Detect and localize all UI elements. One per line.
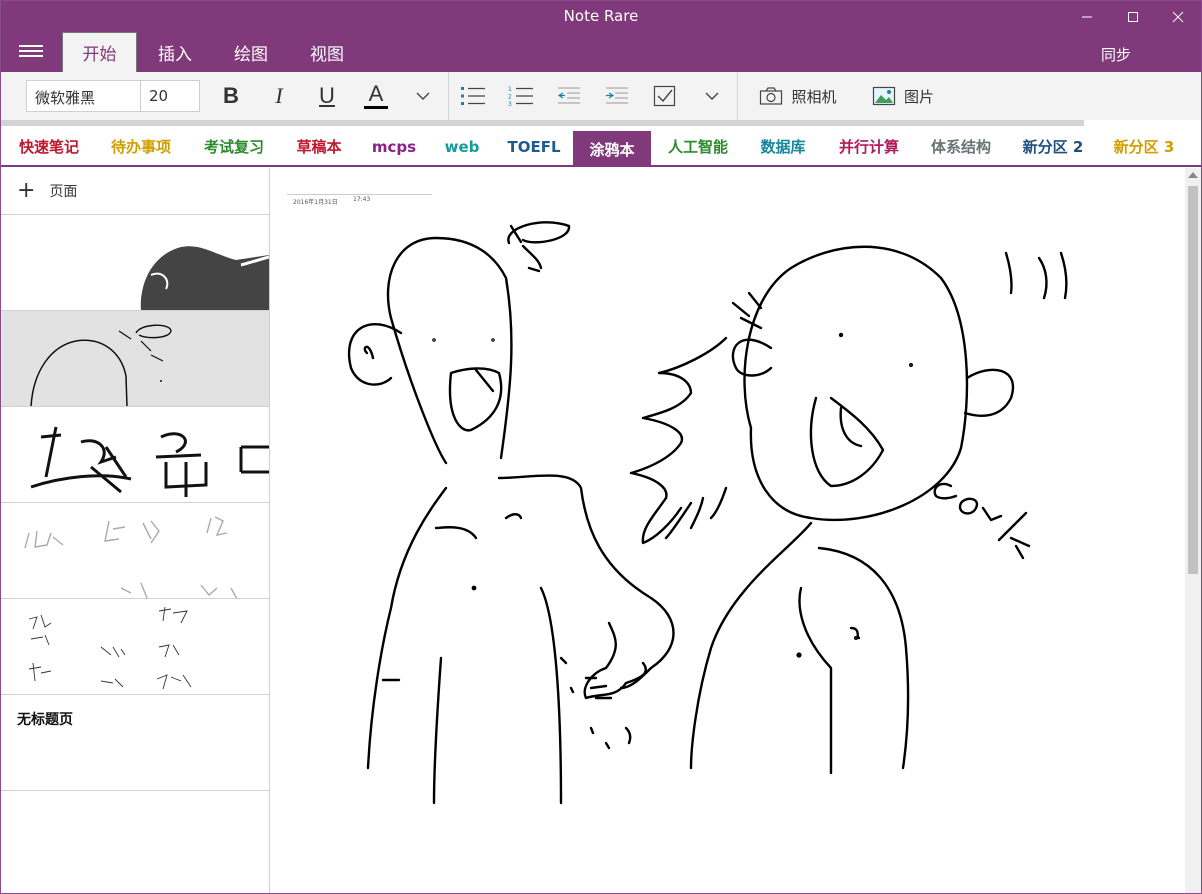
- minimize-button[interactable]: [1064, 1, 1110, 32]
- chevron-down-icon: [705, 92, 719, 100]
- font-color-button[interactable]: A: [360, 80, 392, 112]
- section-tab[interactable]: 考试复习: [192, 128, 276, 165]
- font-name-field[interactable]: 微软雅黑: [26, 80, 141, 112]
- section-tab[interactable]: 待办事项: [99, 128, 183, 165]
- svg-text:2: 2: [508, 94, 512, 101]
- minimize-icon: [1082, 16, 1092, 17]
- toolbar-divider: [737, 72, 738, 120]
- section-tab[interactable]: 体系结构: [919, 128, 1003, 165]
- toolbar-scrollbar[interactable]: [1, 120, 1084, 126]
- numbered-list-button[interactable]: 1 2 3: [505, 80, 537, 112]
- section-tab[interactable]: TOEFL: [499, 128, 569, 165]
- more-text-options-button[interactable]: [409, 80, 437, 112]
- page-date: 2016年1月31日: [293, 199, 338, 206]
- add-page-button[interactable]: + 页面: [1, 168, 269, 215]
- increase-indent-button[interactable]: [601, 80, 633, 112]
- section-tab[interactable]: 新分区 3: [1103, 128, 1185, 165]
- sketch-thumbnail: [140, 246, 269, 310]
- todo-tag-button[interactable]: [649, 80, 681, 112]
- sync-button[interactable]: 同步: [1101, 44, 1131, 65]
- ink-drawing: [348, 221, 1068, 805]
- scroll-up-icon[interactable]: [1188, 172, 1198, 178]
- hamburger-menu-icon[interactable]: [19, 42, 43, 62]
- section-tab[interactable]: 新分区 2: [1012, 128, 1094, 165]
- ribbon-tabs: 开始 插入 绘图 视图 同步: [1, 32, 1201, 72]
- svg-text:3: 3: [508, 101, 512, 107]
- bullet-list-button[interactable]: [457, 80, 489, 112]
- decrease-indent-icon: [557, 87, 580, 104]
- plus-icon: +: [17, 178, 36, 203]
- chevron-down-icon: [416, 92, 430, 100]
- page-thumbnail[interactable]: [1, 407, 269, 503]
- window-title: Note Rare: [563, 7, 639, 25]
- page-thumbnail-selected[interactable]: [1, 311, 269, 407]
- section-tab[interactable]: mcps: [362, 128, 426, 165]
- scroll-thumb[interactable]: [1188, 186, 1198, 574]
- section-tab[interactable]: 并行计算: [827, 128, 911, 165]
- underline-button[interactable]: U: [311, 80, 343, 112]
- page-thumbnail[interactable]: [1, 503, 269, 599]
- add-page-label: 页面: [49, 184, 78, 200]
- page-thumbnail[interactable]: [1, 215, 269, 311]
- sketch-thumbnail: [30, 324, 172, 406]
- canvas-scrollbar[interactable]: [1185, 168, 1201, 893]
- tab-insert[interactable]: 插入: [145, 33, 205, 71]
- page-thumbnail[interactable]: 无标题页: [1, 695, 269, 791]
- increase-indent-icon: [606, 87, 628, 104]
- note-canvas[interactable]: 2016年1月31日 17:43: [271, 168, 1185, 893]
- bullet-list-icon: [461, 87, 485, 105]
- page-list: + 页面 无标题页: [1, 168, 270, 893]
- picture-label: 图片: [903, 87, 934, 106]
- picture-button[interactable]: 图片: [865, 80, 941, 112]
- font-size-field[interactable]: 20: [140, 80, 200, 112]
- tab-draw[interactable]: 绘图: [221, 33, 281, 71]
- bold-button[interactable]: B: [215, 80, 247, 112]
- handwriting-thumbnail: [30, 426, 269, 497]
- camera-icon: [760, 87, 783, 105]
- font-color-letter: A: [368, 81, 384, 106]
- maximize-button[interactable]: [1110, 1, 1156, 32]
- tab-home[interactable]: 开始: [62, 32, 137, 72]
- section-tab[interactable]: 草稿本: [284, 128, 354, 165]
- numbered-list-icon: 1 2 3: [508, 86, 533, 107]
- section-tab[interactable]: 快速笔记: [7, 128, 91, 165]
- title-bar: Note Rare: [1, 1, 1201, 32]
- formatting-toolbar: 微软雅黑 20 B I U A 1 2 3 照相机 图片: [1, 72, 1201, 120]
- section-tab[interactable]: 人工智能: [656, 128, 740, 165]
- font-color-swatch: [364, 106, 388, 109]
- app-window: Note Rare 开始 插入 绘图 视图 同步 微软雅黑 20 B I U A: [0, 0, 1202, 894]
- page-title-underline: [287, 194, 432, 195]
- checkbox-icon: [653, 85, 676, 107]
- italic-button[interactable]: I: [263, 80, 295, 112]
- handwriting-thumbnail: [24, 516, 238, 598]
- section-tab[interactable]: 数据库: [749, 128, 817, 165]
- svg-text:1: 1: [508, 86, 512, 93]
- toolbar-divider: [448, 72, 449, 120]
- close-icon: [1172, 11, 1184, 22]
- maximize-icon: [1128, 11, 1138, 22]
- page-time: 17:43: [353, 196, 371, 203]
- handwriting-thumbnail: [28, 606, 192, 690]
- camera-button[interactable]: 照相机: [753, 80, 843, 112]
- camera-label: 照相机: [791, 87, 837, 106]
- section-tab-active[interactable]: 涂鸦本: [573, 131, 651, 167]
- section-tabs: 快速笔记 待办事项 考试复习 草稿本 mcps web TOEFL 涂鸦本 人工…: [1, 128, 1201, 167]
- picture-icon: [872, 86, 896, 106]
- tab-view[interactable]: 视图: [297, 33, 357, 71]
- close-button[interactable]: [1155, 1, 1201, 32]
- section-tab[interactable]: web: [434, 128, 490, 165]
- page-title-untitled: 无标题页: [17, 712, 73, 728]
- decrease-indent-button[interactable]: [553, 80, 585, 112]
- page-thumbnail[interactable]: [1, 599, 269, 695]
- more-list-options-button[interactable]: [698, 80, 726, 112]
